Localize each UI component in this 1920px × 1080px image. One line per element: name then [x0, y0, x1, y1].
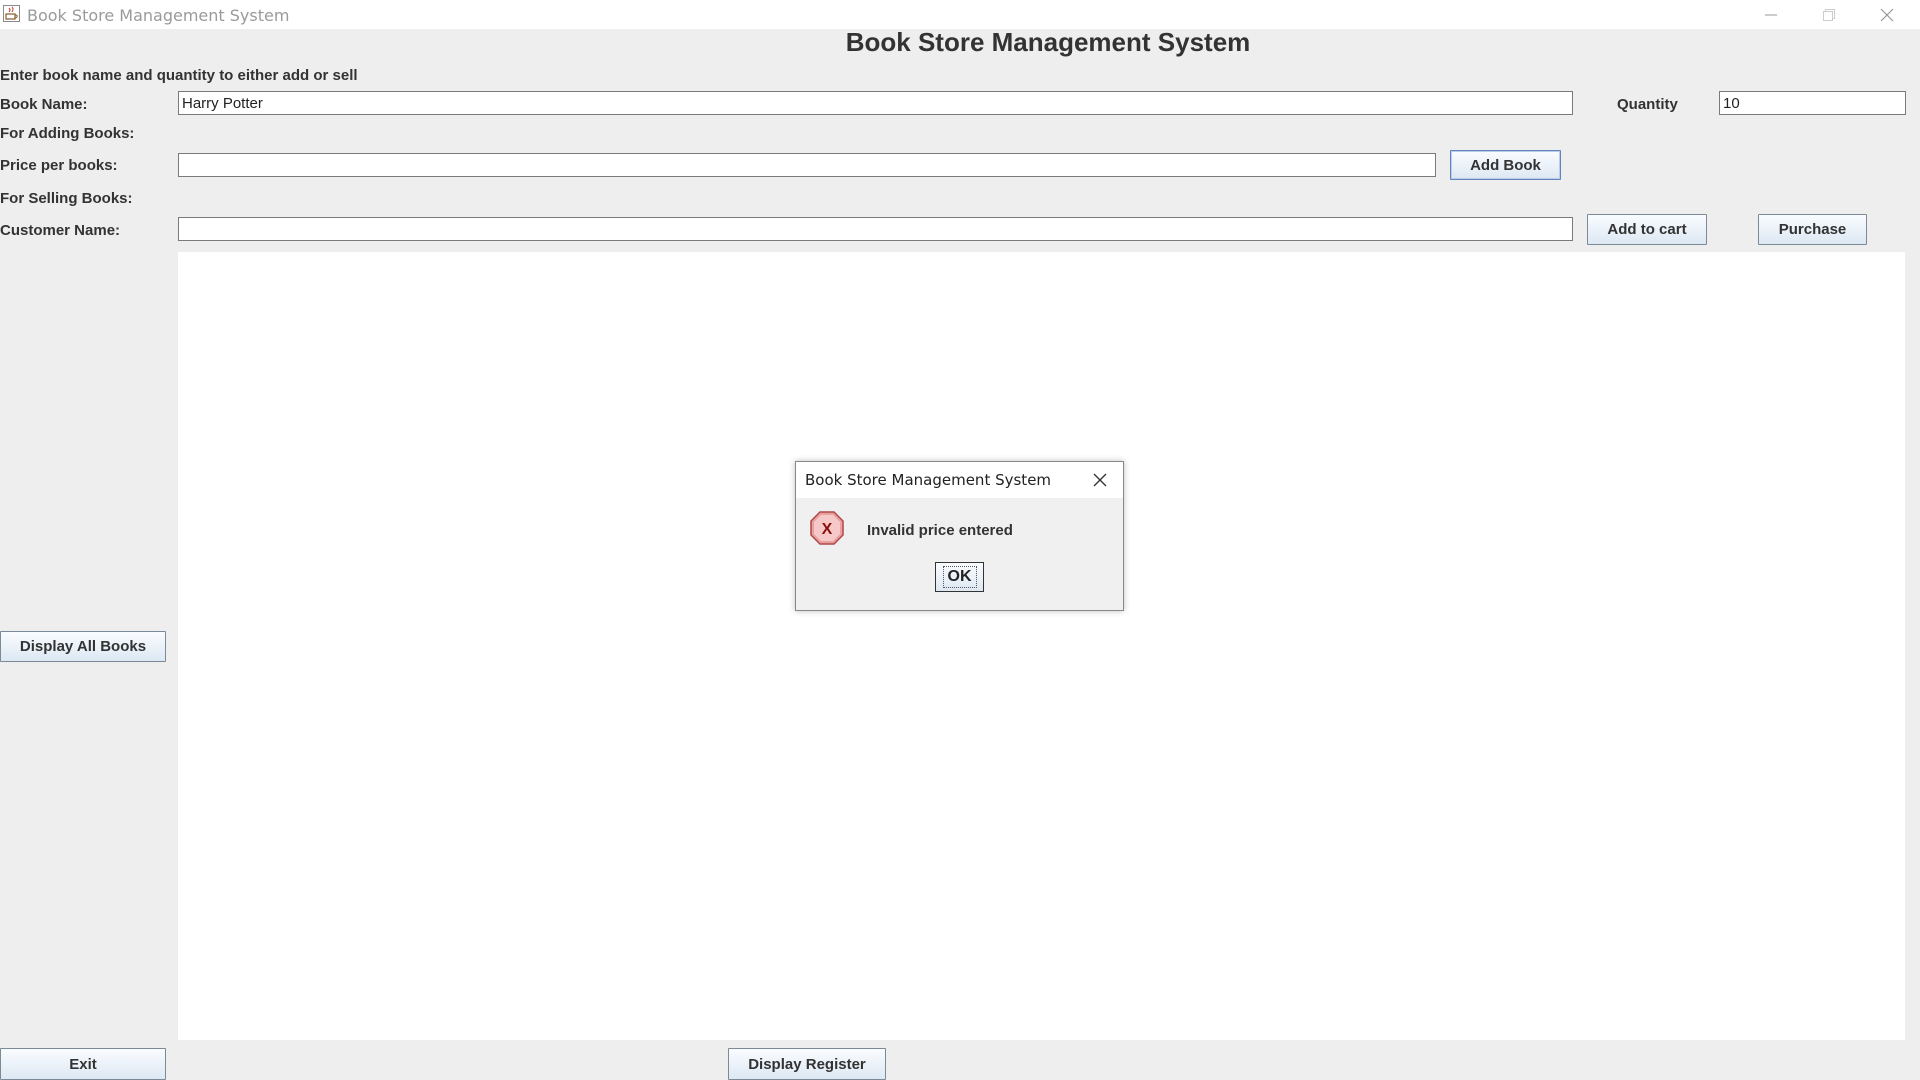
display-register-button[interactable]: Display Register — [728, 1048, 886, 1080]
ok-button[interactable]: OK — [935, 562, 984, 592]
minimize-button[interactable] — [1742, 0, 1800, 29]
error-icon: X — [810, 511, 844, 545]
dialog-titlebar: Book Store Management System — [796, 462, 1123, 498]
restore-icon — [1823, 8, 1835, 21]
book-name-label: Book Name: — [0, 96, 88, 113]
dialog-message: Invalid price entered — [867, 522, 1013, 539]
display-all-books-button[interactable]: Display All Books — [0, 631, 166, 662]
add-to-cart-button[interactable]: Add to cart — [1587, 214, 1707, 245]
svg-text:X: X — [822, 521, 833, 538]
adding-section-label: For Adding Books: — [0, 125, 135, 142]
maximize-button[interactable] — [1800, 0, 1858, 29]
exit-button[interactable]: Exit — [0, 1048, 166, 1080]
close-icon — [1880, 8, 1894, 21]
minimize-icon — [1765, 14, 1777, 15]
output-display-area[interactable] — [178, 252, 1905, 1040]
purchase-button[interactable]: Purchase — [1758, 214, 1867, 245]
dialog-close-button[interactable] — [1089, 469, 1111, 491]
page-title: Book Store Management System — [845, 27, 1251, 57]
price-label: Price per books: — [0, 157, 118, 174]
window-title: Book Store Management System — [27, 6, 290, 25]
quantity-label: Quantity — [1617, 96, 1678, 113]
selling-section-label: For Selling Books: — [0, 190, 133, 207]
price-input[interactable] — [178, 153, 1436, 177]
instruction-text: Enter book name and quantity to either a… — [0, 67, 358, 84]
quantity-input[interactable] — [1719, 91, 1906, 115]
dialog-title: Book Store Management System — [805, 471, 1052, 489]
add-book-button[interactable]: Add Book — [1450, 150, 1561, 180]
window-titlebar: Book Store Management System — [0, 0, 1920, 29]
ok-button-label: OK — [942, 566, 977, 588]
customer-name-input[interactable] — [178, 217, 1573, 241]
book-name-input[interactable] — [178, 91, 1573, 115]
close-icon — [1093, 473, 1107, 487]
customer-name-label: Customer Name: — [0, 222, 121, 239]
error-dialog: Book Store Management System X Invalid p… — [795, 461, 1124, 611]
java-app-icon — [3, 5, 20, 22]
close-window-button[interactable] — [1858, 0, 1916, 29]
